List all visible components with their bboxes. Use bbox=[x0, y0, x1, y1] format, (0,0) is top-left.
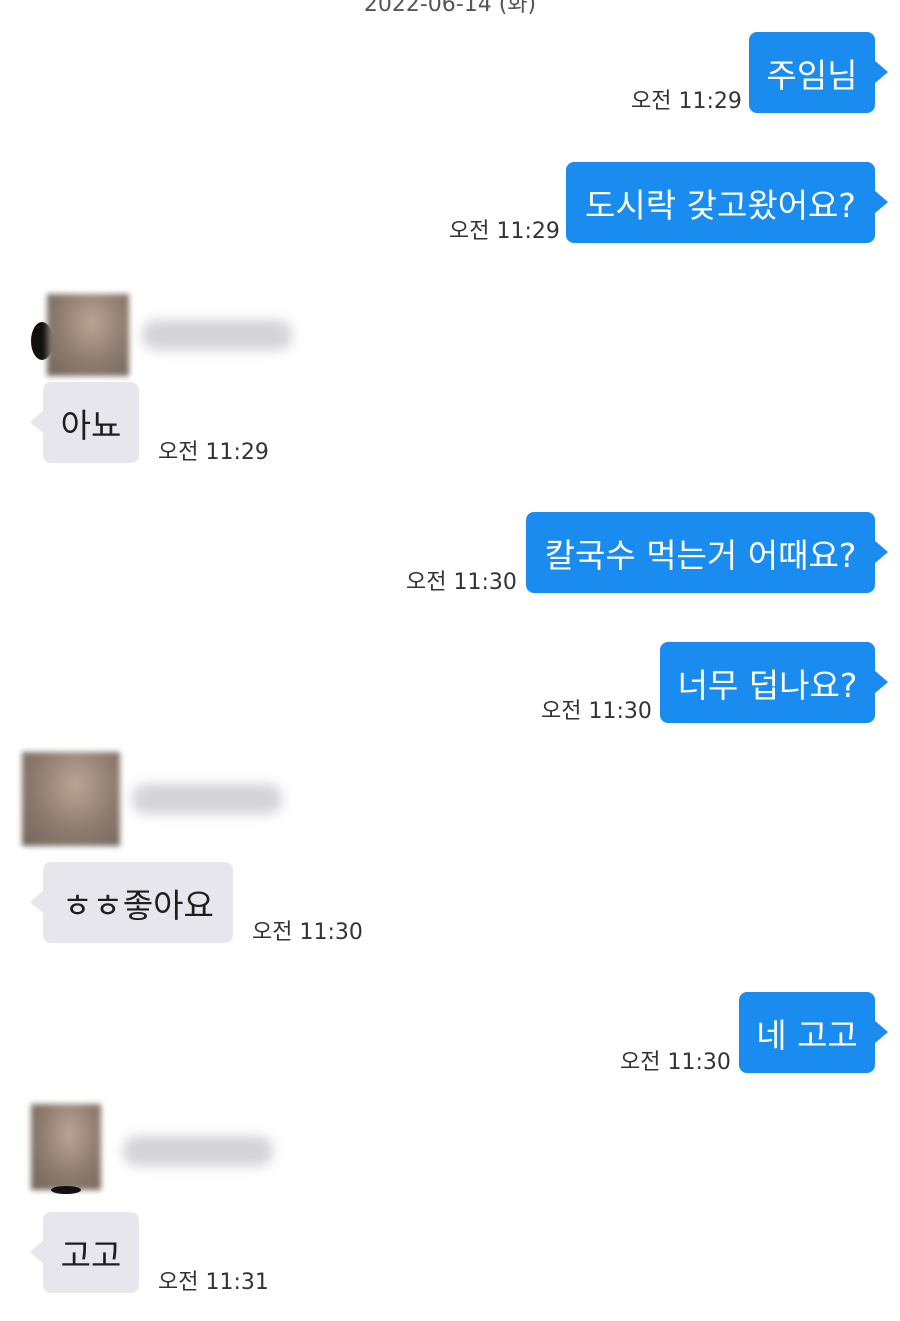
incoming-message-bubble[interactable]: 고고 bbox=[30, 1212, 139, 1293]
sender-name-redacted bbox=[132, 784, 282, 814]
message-timestamp: 오전 11:29 bbox=[449, 219, 560, 244]
message-timestamp: 오전 11:29 bbox=[631, 89, 742, 114]
outgoing-message-bubble[interactable]: 네 고고 bbox=[739, 992, 888, 1073]
date-separator: 2022-06-14 (화) bbox=[363, 0, 537, 17]
incoming-message-bubble[interactable]: 아뇨 bbox=[30, 382, 139, 463]
blurred-avatar-icon[interactable] bbox=[31, 1104, 101, 1190]
message-timestamp: 오전 11:30 bbox=[541, 699, 652, 724]
incoming-message-bubble[interactable]: ㅎㅎ좋아요 bbox=[30, 862, 233, 943]
sender-header[interactable] bbox=[31, 1104, 301, 1194]
outgoing-message-bubble[interactable]: 너무 덥나요? bbox=[660, 642, 888, 723]
sender-header[interactable] bbox=[31, 294, 317, 376]
sender-header[interactable] bbox=[22, 752, 292, 846]
sender-name-redacted bbox=[142, 320, 292, 350]
message-timestamp: 오전 11:30 bbox=[252, 920, 363, 945]
outgoing-message-bubble[interactable]: 주임님 bbox=[749, 32, 888, 113]
outgoing-message-bubble[interactable]: 칼국수 먹는거 어때요? bbox=[526, 512, 888, 593]
sender-name-redacted bbox=[123, 1136, 273, 1166]
message-timestamp: 오전 11:30 bbox=[620, 1050, 731, 1075]
blurred-avatar-icon[interactable] bbox=[47, 294, 129, 376]
outgoing-message-bubble[interactable]: 도시락 갖고왔어요? bbox=[566, 162, 888, 243]
message-timestamp: 오전 11:30 bbox=[406, 570, 517, 595]
message-timestamp: 오전 11:29 bbox=[158, 440, 269, 465]
message-timestamp: 오전 11:31 bbox=[158, 1270, 269, 1295]
blurred-avatar-icon[interactable] bbox=[22, 752, 120, 846]
